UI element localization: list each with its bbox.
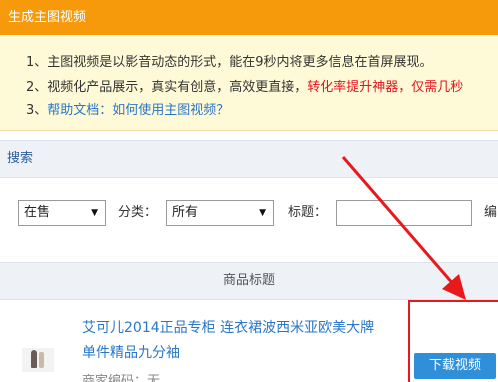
search-section-title: 搜索 xyxy=(0,140,498,178)
annotation-highlight-box xyxy=(408,300,498,382)
notice-line-2-text: 2、视频化产品展示，真实有创意，高效更直接， xyxy=(26,80,308,95)
title-label: 标题： xyxy=(288,205,328,220)
notice-line-2: 2、视频化产品展示，真实有创意，高效更直接，转化率提升神器，仅需几秒 xyxy=(26,76,463,95)
category-select[interactable]: 所有 ▼ xyxy=(166,200,274,226)
product-title-link[interactable]: 艾可儿2014正品专柜 连衣裙波西米亚欧美大牌 单件精品九分袖 xyxy=(82,316,392,366)
dropdown-arrow-icon: ▼ xyxy=(259,208,266,218)
thumbnail-figure xyxy=(31,350,37,368)
status-select-value: 在售 xyxy=(24,205,51,220)
column-header-product-title: 商品标题 xyxy=(0,262,498,300)
notice-title: 生成主图视频 xyxy=(0,0,498,35)
title-search-input[interactable] xyxy=(336,200,472,226)
code-label-partial: 编 xyxy=(484,205,498,220)
notice-line-1: 1、主图视频是以影音动态的形式，能在9秒内将更多信息在首屏展现。 xyxy=(26,55,433,70)
thumbnail-figure xyxy=(39,352,44,368)
notice-line-2-highlight: 转化率提升神器，仅需几秒 xyxy=(307,80,464,95)
video-generator-page: 生成主图视频 1、主图视频是以影音动态的形式，能在9秒内将更多信息在首屏展现。 … xyxy=(0,0,498,382)
category-label: 分类： xyxy=(118,205,158,220)
dropdown-arrow-icon: ▼ xyxy=(91,208,98,218)
notice-panel: 1、主图视频是以影音动态的形式，能在9秒内将更多信息在首屏展现。 2、视频化产品… xyxy=(0,35,498,131)
product-thumbnail[interactable] xyxy=(22,348,54,372)
product-code: 商家编码：无 xyxy=(82,374,161,382)
search-filters: 在售 ▼ 分类： 所有 ▼ 标题： 编 xyxy=(0,178,498,258)
status-select[interactable]: 在售 ▼ xyxy=(18,200,106,226)
help-doc-link[interactable]: 帮助文档：如何使用主图视频？ xyxy=(47,103,229,118)
notice-line-3: 3、帮助文档：如何使用主图视频？ xyxy=(26,99,229,118)
notice-line-3-prefix: 3、 xyxy=(26,103,48,118)
category-select-value: 所有 xyxy=(172,205,199,220)
